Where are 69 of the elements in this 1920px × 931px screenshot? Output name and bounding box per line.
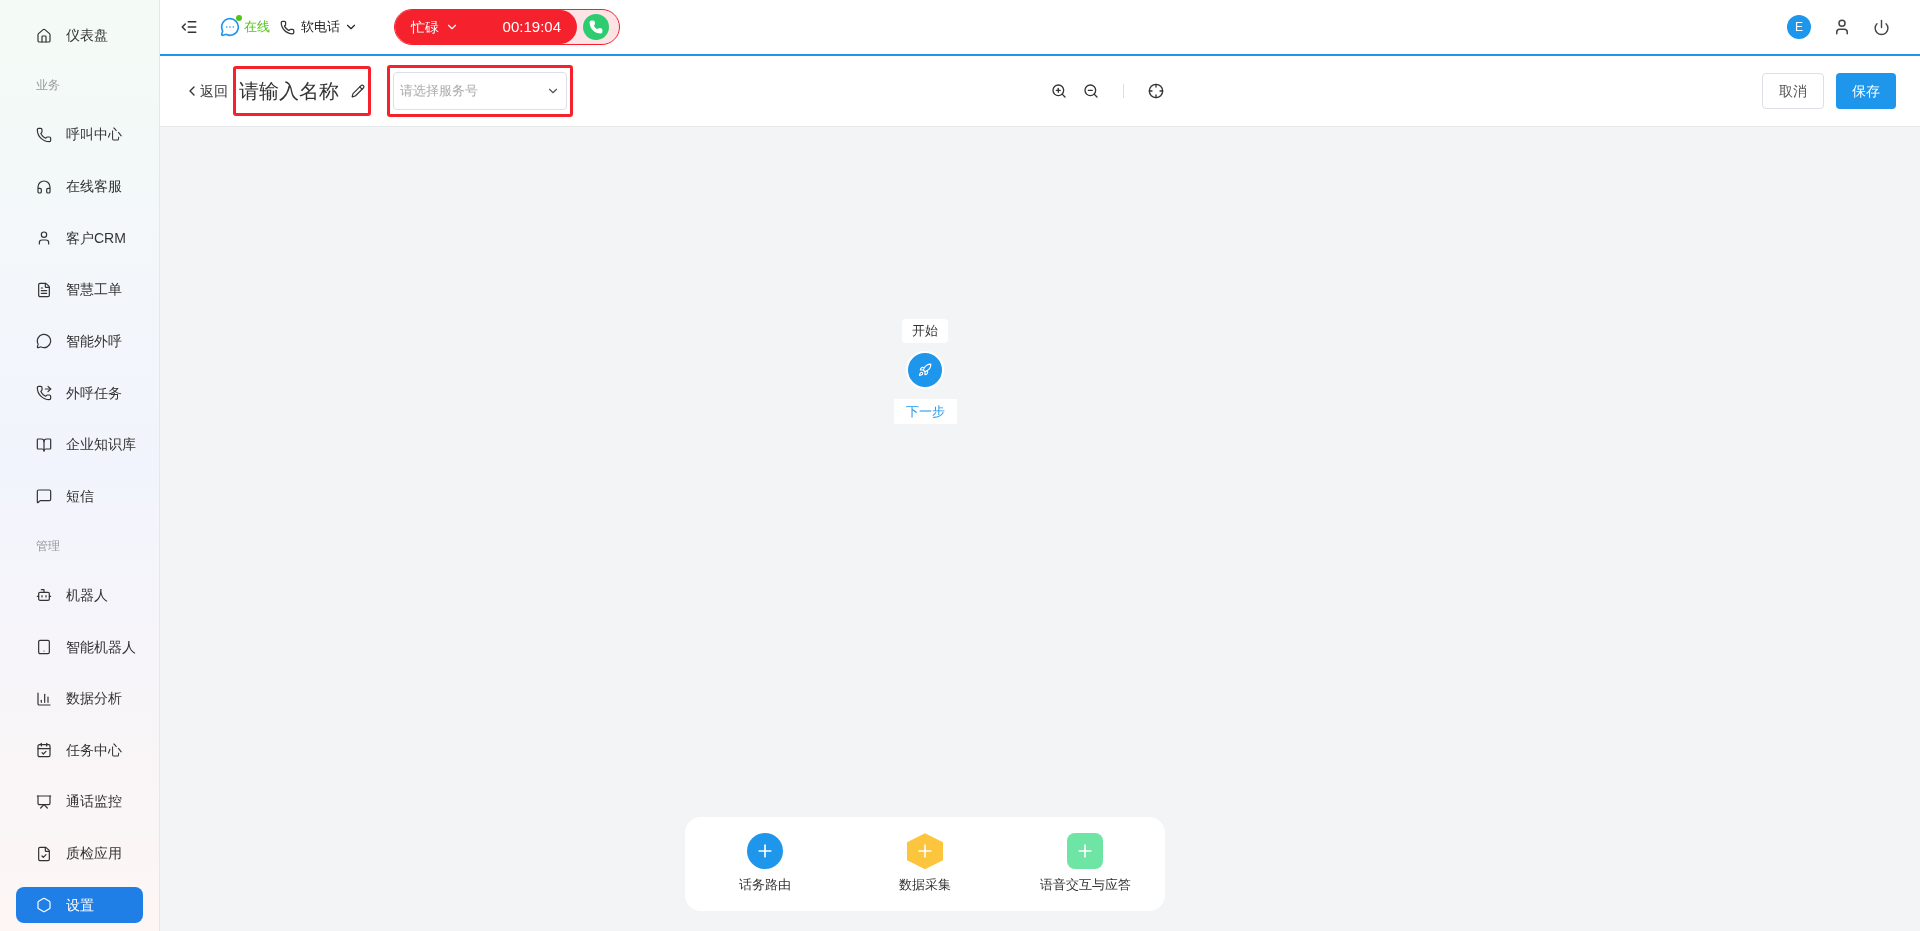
sidebar-item[interactable]: 仪表盘	[16, 18, 143, 54]
sidebar-item[interactable]: 设置	[16, 887, 143, 923]
palette-item[interactable]: 数据采集	[865, 833, 985, 895]
phone-icon	[280, 19, 295, 35]
palette-item[interactable]: 语音交互与应答	[1025, 833, 1145, 895]
sidebar-item[interactable]: 质检应用	[16, 835, 143, 872]
document-icon	[36, 281, 52, 298]
start-node[interactable]	[906, 350, 944, 389]
back-link[interactable]: 返回	[184, 80, 228, 102]
sidebar-item[interactable]: 智慧工单	[16, 272, 143, 308]
sidebar-label: 智能机器人	[66, 637, 136, 657]
sidebar-item[interactable]: 智能机器人	[16, 629, 143, 665]
section-label: 管理	[35, 537, 61, 555]
sidebar-label: 仪表盘	[66, 26, 108, 46]
bar-chart-icon	[36, 690, 52, 707]
sidebar-item[interactable]: 通话监控	[16, 784, 143, 820]
document-check-icon	[36, 845, 52, 862]
headphones-icon	[36, 178, 52, 195]
sidebar-label: 任务中心	[66, 740, 122, 760]
start-label: 开始	[902, 319, 948, 343]
sidebar-label: 数据分析	[66, 689, 122, 709]
rocket-icon	[918, 362, 932, 377]
user-icon	[36, 230, 52, 247]
sidebar-item[interactable]: 智能外呼	[16, 323, 143, 360]
sidebar-label: 智能外呼	[66, 331, 122, 351]
sidebar-item[interactable]: 企业知识库	[16, 426, 143, 463]
phone-mode-dropdown[interactable]: 软电话	[301, 17, 358, 37]
sidebar-label: 客户CRM	[66, 228, 126, 248]
edit-icon[interactable]	[351, 84, 365, 98]
sidebar-label: 设置	[66, 895, 94, 915]
sidebar-item[interactable]: 机器人	[16, 577, 143, 614]
power-icon[interactable]	[1873, 18, 1890, 36]
presence-status: 在线	[244, 18, 270, 37]
phone-icon	[589, 20, 603, 34]
cancel-button[interactable]: 取消	[1762, 73, 1824, 109]
sidebar-label: 短信	[66, 486, 94, 506]
sidebar-item[interactable]: 呼叫中心	[16, 117, 143, 153]
section-label: 业务	[35, 77, 61, 95]
sidebar-item[interactable]: 在线客服	[16, 168, 143, 205]
sidebar-label: 外呼任务	[66, 383, 122, 403]
calendar-check-icon	[36, 742, 52, 759]
sidebar-label: 企业知识库	[66, 435, 136, 455]
sidebar-label: 呼叫中心	[66, 125, 122, 145]
menu-icon[interactable]	[180, 18, 198, 36]
phone-icon	[36, 126, 52, 143]
user-icon[interactable]	[1833, 18, 1851, 36]
home-icon	[36, 27, 52, 44]
name-input[interactable]: 请输入名称	[239, 76, 339, 106]
sidebar-item[interactable]: 短信	[16, 478, 143, 515]
hexagon-icon	[36, 897, 52, 914]
sidebar-item[interactable]: 数据分析	[16, 680, 143, 717]
status-dropdown[interactable]: 忙碌 00:19:04	[395, 10, 577, 44]
book-icon	[36, 436, 52, 453]
sidebar-label: 通话监控	[66, 792, 122, 812]
call-timer: 00:19:04	[502, 16, 561, 37]
sidebar-label: 智慧工单	[66, 280, 122, 300]
zoom-in-icon[interactable]	[1051, 83, 1067, 99]
sidebar-label: 机器人	[66, 585, 108, 605]
zoom-out-icon[interactable]	[1083, 83, 1099, 99]
sidebar-label: 质检应用	[66, 844, 122, 864]
sidebar-item[interactable]: 任务中心	[16, 732, 143, 769]
sms-icon	[36, 488, 52, 505]
robot-icon	[36, 587, 52, 604]
sidebar-label: 在线客服	[66, 177, 122, 197]
palette-item[interactable]: 话务路由	[705, 833, 825, 895]
sidebar-item[interactable]: 客户CRM	[16, 220, 143, 256]
chat-icon	[220, 17, 240, 37]
sidebar-item[interactable]: 外呼任务	[16, 375, 143, 411]
locate-icon[interactable]	[1148, 83, 1164, 99]
